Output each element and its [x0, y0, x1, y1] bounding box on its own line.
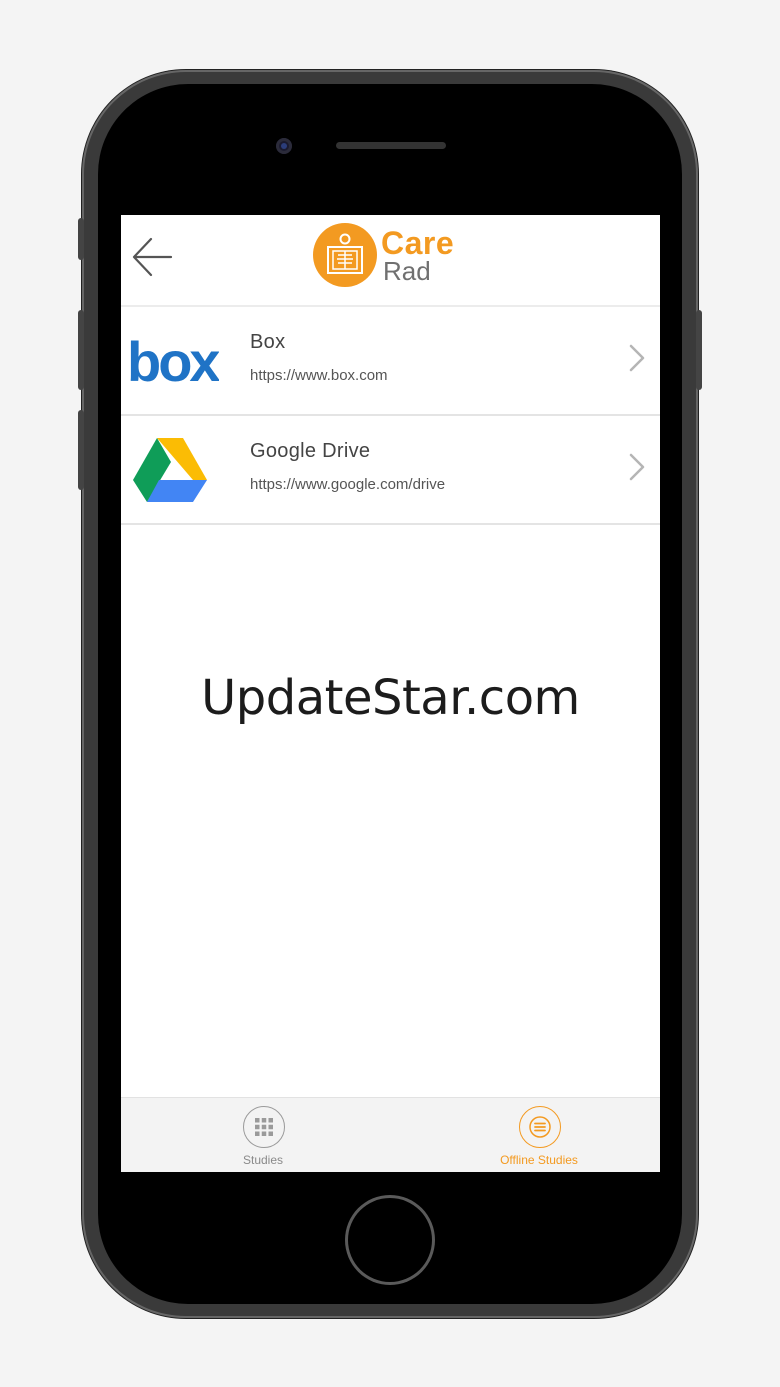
item-title: Google Drive: [250, 440, 371, 462]
chevron-right-icon: [629, 453, 645, 481]
storage-list: box Box https://www.box.com Google Drive…: [121, 307, 660, 525]
volume-up-button: [78, 310, 84, 390]
box-logo: box: [127, 325, 223, 397]
google-drive-logo: [133, 436, 207, 502]
tab-studies[interactable]: Studies: [185, 1098, 345, 1172]
item-title: Box: [250, 331, 286, 353]
list-item-google-drive[interactable]: Google Drive https://www.google.com/driv…: [121, 416, 660, 525]
tab-label-studies: Studies: [242, 1153, 284, 1167]
earpiece-speaker: [336, 142, 446, 149]
menu-lines-icon: [519, 1106, 561, 1148]
box-logo-text: box: [127, 330, 219, 393]
list-item-box[interactable]: box Box https://www.box.com: [121, 307, 660, 416]
item-url: https://www.box.com: [250, 367, 388, 384]
watermark-text: UpdateStar.com: [201, 670, 580, 726]
home-button[interactable]: [348, 1198, 432, 1282]
logo-text-care: Care: [381, 225, 455, 261]
tab-label-offline-studies: Offline Studies: [500, 1153, 578, 1167]
tab-bar: Studies Offline Studies: [121, 1097, 660, 1172]
carerad-logo: Care Rad: [313, 223, 483, 291]
front-camera: [276, 138, 292, 154]
chevron-right-icon: [629, 344, 645, 372]
app-header: Care Rad: [121, 215, 660, 307]
power-button: [696, 310, 702, 390]
back-button[interactable]: [129, 233, 177, 281]
arrow-left-icon: [132, 237, 173, 277]
grid-icon: [243, 1106, 285, 1148]
xray-icon: [313, 223, 377, 287]
item-url: https://www.google.com/drive: [250, 476, 446, 493]
app-screen: Care Rad box Box https://www.box.com Goo…: [121, 215, 660, 1172]
side-switch: [78, 218, 84, 260]
tab-offline-studies[interactable]: Offline Studies: [461, 1098, 621, 1172]
logo-text-rad: Rad: [383, 256, 431, 286]
volume-down-button: [78, 410, 84, 490]
